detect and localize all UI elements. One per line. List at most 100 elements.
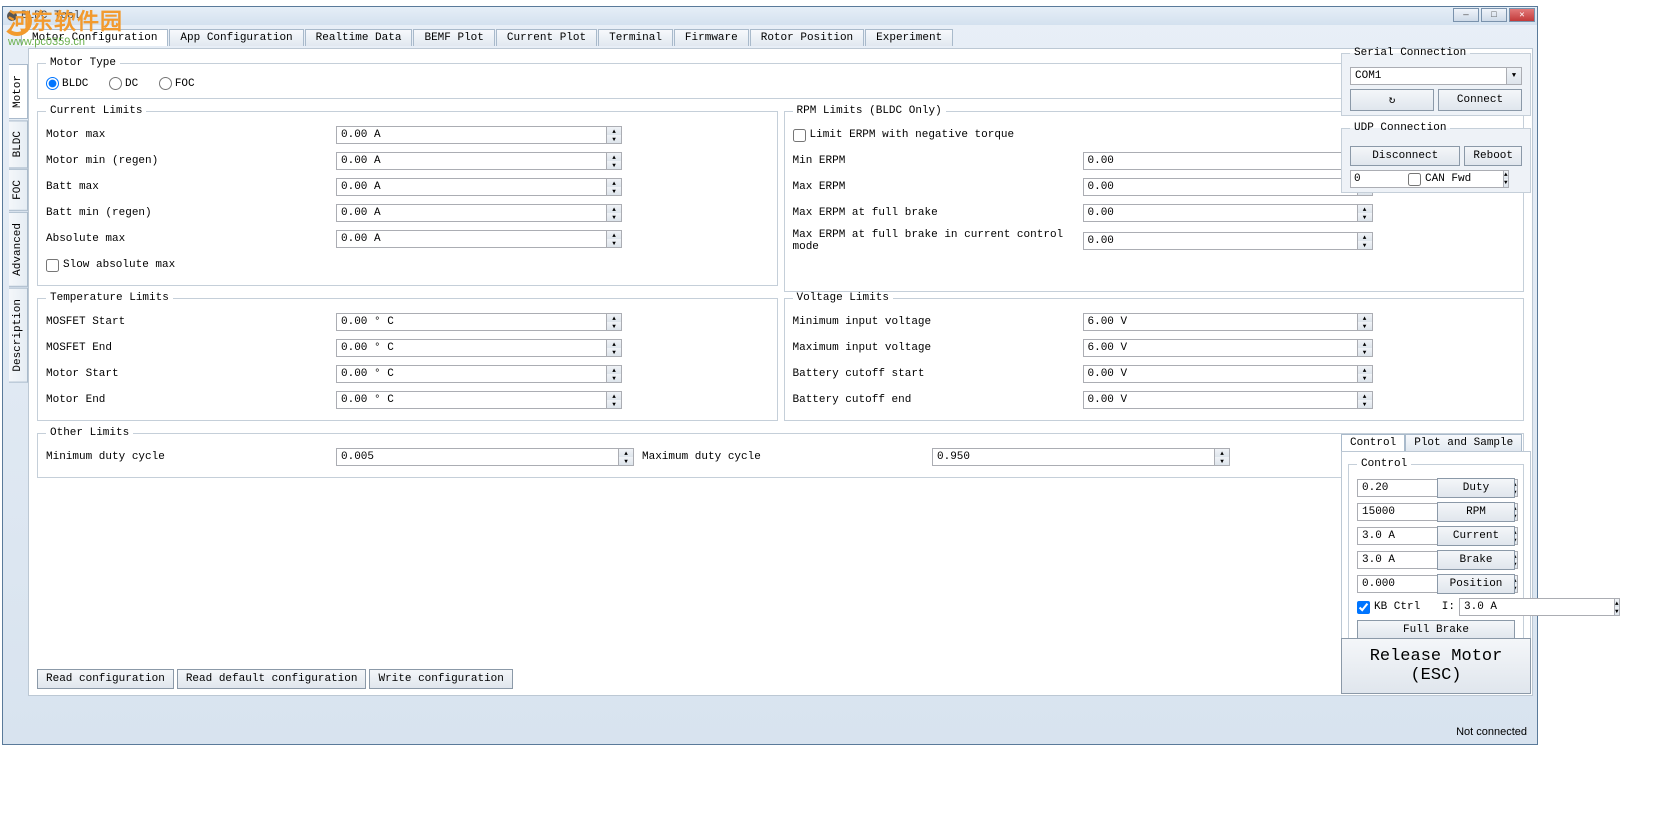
- app-window: BLDC Tool — □ ✕ Motor Configuration App …: [2, 6, 1538, 745]
- min-v-input[interactable]: [1083, 313, 1358, 331]
- slow-abs-checkbox[interactable]: Slow absolute max: [46, 259, 175, 272]
- batt-min-input[interactable]: [336, 204, 607, 222]
- radio-dc[interactable]: DC: [109, 77, 138, 90]
- tab-plot-and-sample[interactable]: Plot and Sample: [1405, 434, 1522, 451]
- motor-start-label: Motor Start: [46, 368, 336, 380]
- batt-cut-start-input[interactable]: [1083, 365, 1358, 383]
- batt-min-label: Batt min (regen): [46, 207, 336, 219]
- motor-min-input[interactable]: [336, 152, 607, 170]
- tab-realtime-data[interactable]: Realtime Data: [305, 29, 413, 46]
- motor-type-group: Motor Type BLDC DC FOC: [37, 57, 1524, 99]
- control-group: Control ▲▼Duty ▲▼RPM ▲▼Current ▲▼Brake ▲…: [1348, 458, 1524, 649]
- vertical-tabstrip: Motor BLDC FOC Advanced Description: [9, 64, 28, 698]
- batt-cut-end-label: Battery cutoff end: [793, 394, 1083, 406]
- kb-i-input[interactable]: [1459, 598, 1615, 616]
- batt-max-input[interactable]: [336, 178, 607, 196]
- vtab-advanced[interactable]: Advanced: [9, 212, 28, 287]
- tab-bemf-plot[interactable]: BEMF Plot: [413, 29, 494, 46]
- tab-motor-configuration[interactable]: Motor Configuration: [21, 29, 168, 46]
- read-default-configuration-button[interactable]: Read default configuration: [177, 669, 367, 689]
- motor-max-label: Motor max: [46, 129, 336, 141]
- connect-button[interactable]: Connect: [1438, 89, 1522, 111]
- read-configuration-button[interactable]: Read configuration: [37, 669, 174, 689]
- mosfet-end-input[interactable]: [336, 339, 607, 357]
- other-limits-group: Other Limits Minimum duty cycle ▲▼ Maxim…: [37, 427, 1524, 478]
- min-erpm-input[interactable]: [1083, 152, 1358, 170]
- max-duty-input[interactable]: [932, 448, 1215, 466]
- mosfet-start-label: MOSFET Start: [46, 316, 336, 328]
- radio-bldc[interactable]: BLDC: [46, 77, 88, 90]
- rpm-button[interactable]: RPM: [1437, 502, 1515, 522]
- vtab-foc[interactable]: FOC: [9, 169, 28, 211]
- close-button[interactable]: ✕: [1509, 8, 1535, 22]
- udp-connection-group: UDP Connection Disconnect Reboot ▲▼ CAN …: [1341, 122, 1531, 193]
- spin-down-icon[interactable]: ▼: [607, 135, 621, 143]
- max-erpm-fb-label: Max ERPM at full brake: [793, 207, 1083, 219]
- content-panel: Motor Type BLDC DC FOC Current Limits Mo…: [28, 48, 1533, 696]
- motor-min-label: Motor min (regen): [46, 155, 336, 167]
- mosfet-end-label: MOSFET End: [46, 342, 336, 354]
- main-tabstrip: Motor Configuration App Configuration Re…: [21, 29, 1537, 46]
- spin-up-icon[interactable]: ▲: [607, 127, 621, 135]
- min-duty-input[interactable]: [336, 448, 619, 466]
- current-button[interactable]: Current: [1437, 526, 1515, 546]
- tab-control[interactable]: Control: [1341, 434, 1405, 451]
- titlebar: BLDC Tool — □ ✕: [3, 7, 1537, 25]
- mosfet-start-input[interactable]: [336, 313, 607, 331]
- brake-button[interactable]: Brake: [1437, 550, 1515, 570]
- tab-current-plot[interactable]: Current Plot: [496, 29, 597, 46]
- motor-max-input[interactable]: [336, 126, 607, 144]
- minimize-button[interactable]: —: [1453, 8, 1479, 22]
- tab-rotor-position[interactable]: Rotor Position: [750, 29, 864, 46]
- abs-max-label: Absolute max: [46, 233, 336, 245]
- min-duty-label: Minimum duty cycle: [46, 451, 336, 463]
- tab-app-configuration[interactable]: App Configuration: [169, 29, 303, 46]
- maximize-button[interactable]: □: [1481, 8, 1507, 22]
- disconnect-button[interactable]: Disconnect: [1350, 146, 1460, 166]
- max-duty-label: Maximum duty cycle: [642, 451, 932, 463]
- kb-ctrl-checkbox[interactable]: KB Ctrl: [1357, 601, 1420, 614]
- tab-terminal[interactable]: Terminal: [598, 29, 673, 46]
- min-v-label: Minimum input voltage: [793, 316, 1083, 328]
- status-text: Not connected: [1337, 726, 1527, 738]
- vtab-description[interactable]: Description: [9, 288, 28, 383]
- vtab-motor[interactable]: Motor: [9, 64, 28, 119]
- max-erpm-fbcc-input[interactable]: [1083, 232, 1358, 250]
- temp-limits-group: Temperature Limits MOSFET Start▲▼ MOSFET…: [37, 292, 778, 421]
- max-v-label: Maximum input voltage: [793, 342, 1083, 354]
- max-erpm-input[interactable]: [1083, 178, 1358, 196]
- vtab-bldc[interactable]: BLDC: [9, 120, 28, 168]
- kb-i-label: I:: [1442, 601, 1455, 613]
- release-motor-button[interactable]: Release Motor (ESC): [1341, 638, 1531, 694]
- batt-cut-end-input[interactable]: [1083, 391, 1358, 409]
- volt-limits-group: Voltage Limits Minimum input voltage▲▼ M…: [784, 292, 1525, 421]
- chevron-down-icon: ▼: [1507, 67, 1522, 85]
- motor-type-legend: Motor Type: [46, 57, 120, 69]
- max-v-input[interactable]: [1083, 339, 1358, 357]
- duty-button[interactable]: Duty: [1437, 478, 1515, 498]
- current-limits-group: Current Limits Motor max▲▼ Motor min (re…: [37, 105, 778, 286]
- batt-max-label: Batt max: [46, 181, 336, 193]
- position-button[interactable]: Position: [1437, 574, 1515, 594]
- motor-end-input[interactable]: [336, 391, 607, 409]
- max-erpm-fb-input[interactable]: [1083, 204, 1358, 222]
- motor-start-input[interactable]: [336, 365, 607, 383]
- refresh-button[interactable]: ↻: [1350, 89, 1434, 111]
- tab-experiment[interactable]: Experiment: [865, 29, 953, 46]
- min-erpm-label: Min ERPM: [793, 155, 1083, 167]
- tab-firmware[interactable]: Firmware: [674, 29, 749, 46]
- serial-port-combo[interactable]: ▼: [1350, 67, 1522, 85]
- window-title: BLDC Tool: [21, 10, 80, 22]
- radio-foc[interactable]: FOC: [159, 77, 195, 90]
- app-icon: [7, 11, 17, 21]
- can-fwd-checkbox[interactable]: CAN Fwd: [1408, 173, 1471, 186]
- full-brake-button[interactable]: Full Brake: [1357, 620, 1515, 640]
- reboot-button[interactable]: Reboot: [1464, 146, 1522, 166]
- write-configuration-button[interactable]: Write configuration: [369, 669, 512, 689]
- abs-max-input[interactable]: [336, 230, 607, 248]
- max-erpm-label: Max ERPM: [793, 181, 1083, 193]
- refresh-icon: ↻: [1389, 95, 1396, 107]
- max-erpm-fbcc-label: Max ERPM at full brake in current contro…: [793, 229, 1083, 253]
- limit-erpm-checkbox[interactable]: Limit ERPM with negative torque: [793, 129, 1015, 142]
- motor-end-label: Motor End: [46, 394, 336, 406]
